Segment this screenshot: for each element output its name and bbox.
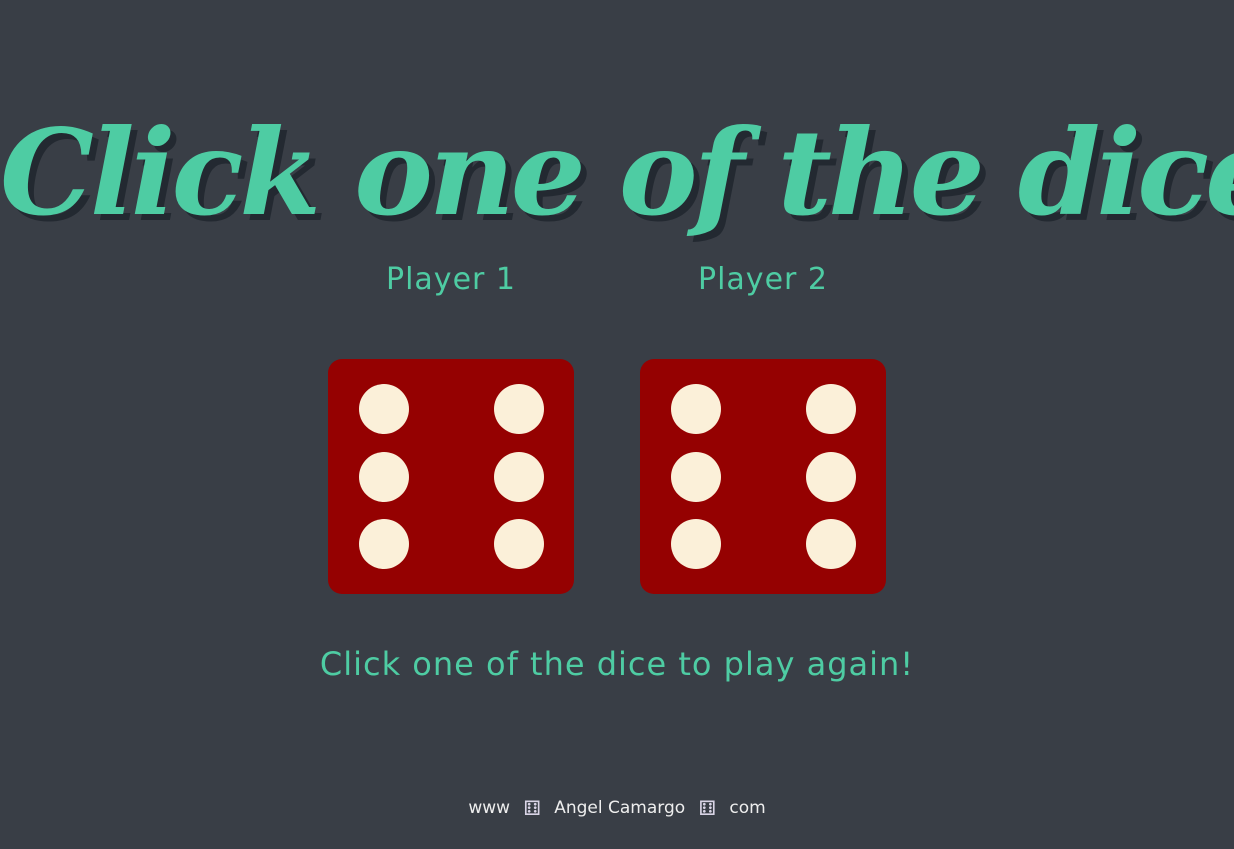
die-pip <box>359 384 409 434</box>
die-pip <box>494 384 544 434</box>
footer-suffix: com <box>729 798 766 818</box>
player-1-die[interactable] <box>328 359 574 594</box>
die-pip <box>671 384 721 434</box>
die-pip <box>359 519 409 569</box>
player-2-label: Player 2 <box>698 262 828 297</box>
player-1-label: Player 1 <box>386 262 516 297</box>
die-pip <box>359 452 409 502</box>
footer-prefix: www <box>468 798 511 818</box>
die-pip <box>494 519 544 569</box>
page-title: Click one of the dice <box>0 103 1234 243</box>
die-pip <box>806 384 856 434</box>
footer-credit: www ⚅ Angel Camargo ⚅ com <box>0 796 1234 820</box>
dice-icon: ⚅ <box>523 796 541 820</box>
die-pip <box>806 452 856 502</box>
play-again-message: Click one of the dice to play again! <box>319 645 915 683</box>
die-pip <box>671 519 721 569</box>
die-pip <box>494 452 544 502</box>
die-pip <box>671 452 721 502</box>
player-2-die[interactable] <box>640 359 886 594</box>
footer-name: Angel Camargo <box>554 798 686 818</box>
die-pip <box>806 519 856 569</box>
dice-icon: ⚅ <box>698 796 716 820</box>
